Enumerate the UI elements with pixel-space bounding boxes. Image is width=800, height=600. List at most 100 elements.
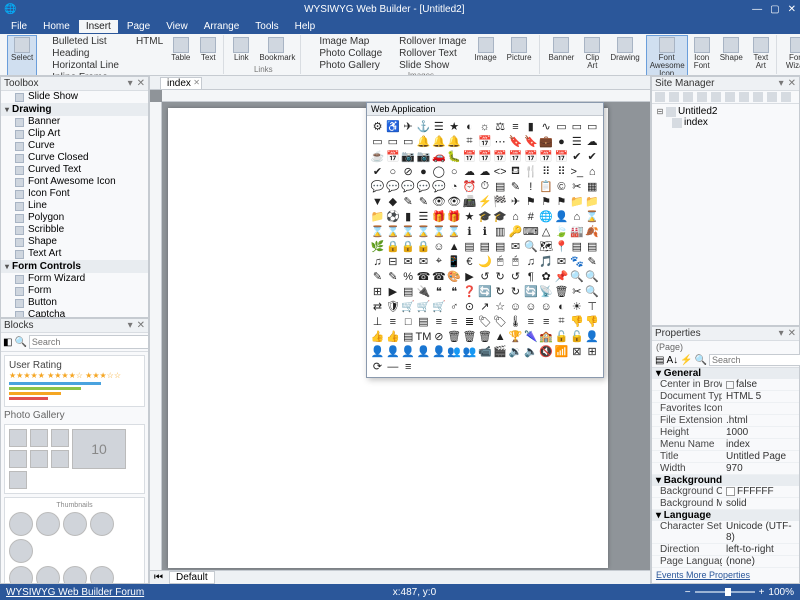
menu-file[interactable]: File	[4, 20, 34, 33]
ribbon-item[interactable]: Photo Collage	[306, 48, 384, 59]
icon-choice[interactable]: ▭	[385, 134, 400, 149]
icon-choice[interactable]: 🔄	[477, 284, 492, 299]
tab-close-icon[interactable]: ✕	[193, 78, 200, 87]
icon-choice[interactable]: ⠿	[539, 164, 554, 179]
icon-choice[interactable]: ✎	[585, 254, 600, 269]
icon-choice[interactable]: ⌨	[523, 224, 538, 239]
ribbon-shape[interactable]: Shape	[716, 35, 747, 76]
menu-tools[interactable]: Tools	[248, 20, 285, 33]
zoom-slider[interactable]	[695, 591, 755, 593]
max-button[interactable]: ▢	[770, 4, 779, 15]
properties-search-input[interactable]	[709, 354, 800, 366]
icon-choice[interactable]: €	[462, 254, 477, 269]
sort-icon[interactable]: A↓	[666, 355, 678, 366]
icon-choice[interactable]: ⚙	[370, 119, 385, 134]
icon-choice[interactable]: 🌐	[539, 209, 554, 224]
icon-choice[interactable]: ▤	[462, 239, 477, 254]
prop-row[interactable]: Directionleft-to-right	[652, 544, 799, 556]
icon-choice[interactable]: 🏷	[477, 314, 492, 329]
icon-choice[interactable]: ✔	[370, 164, 385, 179]
icon-choice[interactable]: 👍	[370, 329, 385, 344]
icon-choice[interactable]: 📅	[385, 149, 400, 164]
icon-choice[interactable]: 📅	[462, 149, 477, 164]
icon-choice[interactable]: ≡	[447, 314, 462, 329]
toolbox-item[interactable]: Curve	[1, 140, 148, 152]
icon-choice[interactable]: ⊞	[370, 284, 385, 299]
icon-choice[interactable]: 📅	[493, 149, 508, 164]
ribbon-bookmark[interactable]: Bookmark	[255, 35, 297, 65]
icon-choice[interactable]: ⊘	[431, 329, 446, 344]
icon-choice[interactable]: 🔉	[508, 344, 523, 359]
ribbon-item[interactable]: Heading	[39, 48, 121, 59]
icon-choice[interactable]: 💼	[539, 134, 554, 149]
prop-row[interactable]: File Extension.html	[652, 415, 799, 427]
icon-choice[interactable]: ◐	[462, 119, 477, 134]
icon-choice[interactable]: 🐾	[569, 254, 584, 269]
icon-choice[interactable]: ❝	[431, 284, 446, 299]
ribbon-drawing[interactable]: Drawing	[606, 35, 643, 76]
icon-choice[interactable]: 📅	[477, 134, 492, 149]
icon-choice[interactable]: ✿	[539, 269, 554, 284]
icon-choice[interactable]: 👤	[401, 344, 416, 359]
ribbon-banner[interactable]: Banner	[545, 35, 579, 76]
icon-choice[interactable]: ✉	[401, 254, 416, 269]
icon-choice[interactable]: ✂	[569, 179, 584, 194]
icon-choice[interactable]: 🌿	[370, 239, 385, 254]
icon-choice[interactable]: □	[401, 314, 416, 329]
toolbox-item[interactable]: Line	[1, 200, 148, 212]
icon-choice[interactable]: 🌂	[523, 329, 538, 344]
icon-choice[interactable]: 🗺	[539, 239, 554, 254]
icon-choice[interactable]: ☕	[370, 149, 385, 164]
icon-choice[interactable]: 🔍	[569, 269, 584, 284]
icon-choice[interactable]: 💬	[370, 179, 385, 194]
icon-choice[interactable]: ☁	[477, 164, 492, 179]
icon-choice[interactable]: ∿	[539, 119, 554, 134]
tool-icon[interactable]	[655, 92, 665, 102]
icon-choice[interactable]: —	[385, 359, 400, 374]
properties-footer-links[interactable]: Events More Properties	[652, 568, 799, 582]
page-nav-icon[interactable]: ⏮	[154, 572, 163, 583]
icon-choice[interactable]: !	[523, 179, 538, 194]
toolbox-item[interactable]: Banner	[1, 116, 148, 128]
icon-choice[interactable]: ⌛	[431, 224, 446, 239]
icon-choice[interactable]: ✔	[569, 149, 584, 164]
icon-choice[interactable]: ⛾	[508, 164, 523, 179]
icon-choice[interactable]: 📋	[539, 179, 554, 194]
icon-choice[interactable]: 🔒	[385, 239, 400, 254]
icon-choice[interactable]: ↻	[493, 269, 508, 284]
icon-choice[interactable]: ✎	[370, 269, 385, 284]
icon-choice[interactable]: ≡	[539, 314, 554, 329]
icon-choice[interactable]: ⚡	[477, 194, 492, 209]
icon-choice[interactable]: 🏁	[493, 194, 508, 209]
icon-choice[interactable]: 🛒	[431, 299, 446, 314]
icon-choice[interactable]: 👥	[462, 344, 477, 359]
blocks-search-input[interactable]	[29, 335, 149, 349]
icon-choice[interactable]: 👤	[385, 344, 400, 359]
icon-choice[interactable]: ⊠	[569, 344, 584, 359]
icon-choice[interactable]: 💬	[431, 179, 446, 194]
toolbox-item[interactable]: Curve Closed	[1, 152, 148, 164]
icon-choice[interactable]: 🔔	[447, 134, 462, 149]
icon-choice[interactable]: 🗑	[447, 329, 462, 344]
icon-choice[interactable]: 🖱	[493, 254, 508, 269]
icon-choice[interactable]: ⌖	[431, 254, 446, 269]
menu-view[interactable]: View	[159, 20, 195, 33]
icon-choice[interactable]: 📹	[477, 344, 492, 359]
icon-choice[interactable]: 🎬	[493, 344, 508, 359]
icon-choice[interactable]: ▮	[523, 119, 538, 134]
icon-choice[interactable]: ✎	[401, 194, 416, 209]
ribbon-item[interactable]: Image Map	[306, 36, 384, 47]
icon-choice[interactable]: ◯	[431, 164, 446, 179]
icon-choice[interactable]: ⌂	[508, 209, 523, 224]
icon-choice[interactable]: 📷	[401, 149, 416, 164]
ribbon-text[interactable]: Text	[196, 35, 220, 76]
icon-choice[interactable]: ▤	[569, 239, 584, 254]
icon-choice[interactable]: ©	[554, 179, 569, 194]
icon-choice[interactable]: ↻	[508, 284, 523, 299]
toolbox-item[interactable]: Captcha	[1, 309, 148, 318]
icon-choice[interactable]: ☰	[569, 134, 584, 149]
icon-choice[interactable]: 🔇	[539, 344, 554, 359]
icon-choice[interactable]: ☰	[431, 119, 446, 134]
icon-choice[interactable]: ⊙	[462, 299, 477, 314]
ribbon-image[interactable]: Image	[470, 35, 500, 71]
